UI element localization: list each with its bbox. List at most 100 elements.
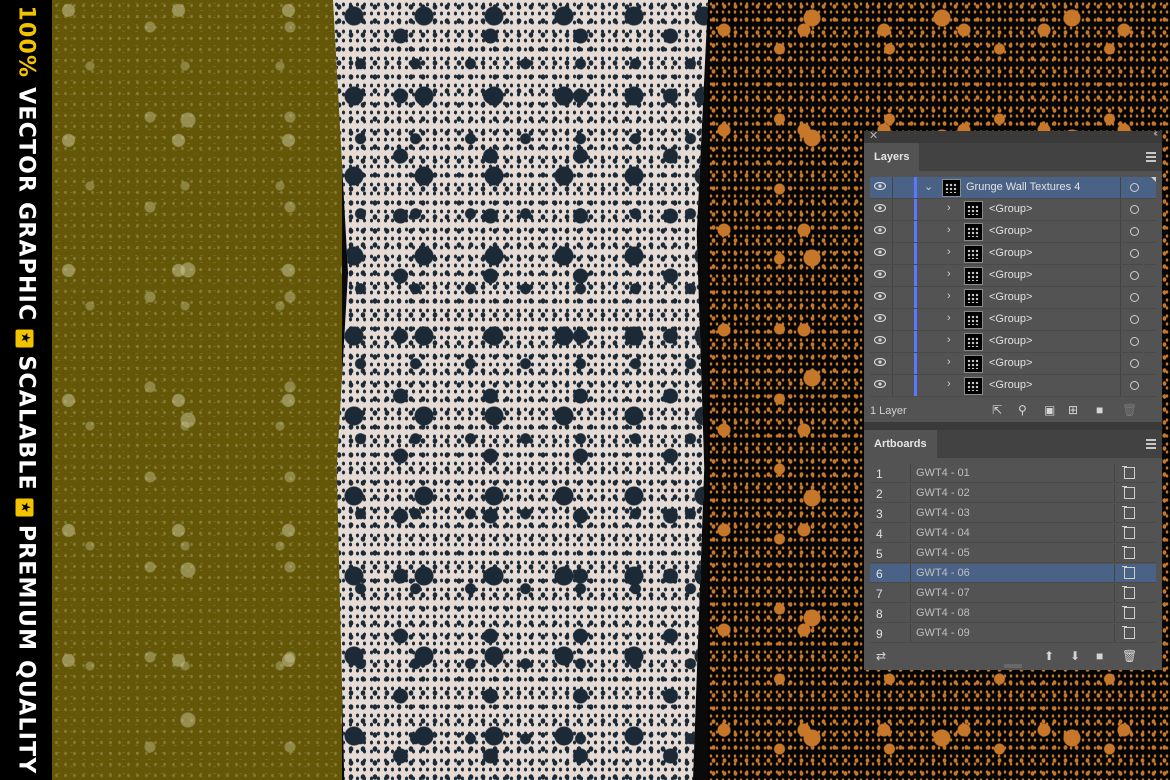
artboard-options-icon[interactable] [1122,526,1135,539]
eye-icon[interactable] [874,292,886,300]
tab-layers[interactable]: Layers [864,143,920,171]
new-sublayer-icon[interactable]: ⊞ [1068,404,1078,416]
artboard-row[interactable]: 6 GWT4 - 06 [870,564,1156,583]
artboard-name[interactable]: GWT4 - 05 [916,547,970,559]
panel-titlebar[interactable]: ✕ ‹‹ [864,128,1162,143]
artboard-options-icon[interactable] [1122,586,1135,599]
eye-icon[interactable] [874,314,886,322]
artboard-row[interactable]: 5 GWT4 - 05 [870,544,1156,563]
target-circle-icon[interactable] [1130,183,1139,192]
artboard-row[interactable]: 2 GWT4 - 02 [870,484,1156,503]
artboard-name[interactable]: GWT4 - 09 [916,627,970,639]
layers-panel: ✕ ‹‹ Layers ⌄ Grunge Wall Textures 4 › <G… [864,128,1162,422]
layer-row-group[interactable]: › <Group> [870,221,1156,243]
chevron-right-icon[interactable]: › [947,224,951,236]
move-up-icon[interactable]: ⬆ [1044,650,1054,662]
target-circle-icon[interactable] [1130,249,1139,258]
chevron-right-icon[interactable]: › [947,246,951,258]
group-name[interactable]: <Group> [989,291,1032,303]
layer-row-group[interactable]: › <Group> [870,243,1156,265]
layer-row-group[interactable]: › <Group> [870,331,1156,353]
chevron-right-icon[interactable]: › [947,202,951,214]
chevron-right-icon[interactable]: › [947,334,951,346]
rearrange-icon[interactable]: ⇄ [876,650,886,662]
search-icon[interactable]: ⚲ [1018,404,1027,416]
eye-icon[interactable] [874,358,886,366]
target-circle-icon[interactable] [1130,381,1139,390]
group-name[interactable]: <Group> [989,247,1032,259]
artboard-name[interactable]: GWT4 - 07 [916,587,970,599]
tab-artboards[interactable]: Artboards [864,430,937,458]
panel-menu-icon[interactable] [1146,152,1156,164]
artboard-name[interactable]: GWT4 - 02 [916,487,970,499]
target-circle-icon[interactable] [1130,359,1139,368]
trash-icon[interactable]: 🗑 [1122,404,1137,416]
new-artboard-icon[interactable]: ■ [1096,650,1103,662]
group-name[interactable]: <Group> [989,203,1032,215]
chevron-right-icon[interactable]: › [947,312,951,324]
target-circle-icon[interactable] [1130,337,1139,346]
chevron-right-icon[interactable]: › [947,290,951,302]
target-circle-icon[interactable] [1130,271,1139,280]
artboard-options-icon[interactable] [1122,606,1135,619]
layer-row-group[interactable]: › <Group> [870,199,1156,221]
eye-icon[interactable] [874,182,886,190]
panel-menu-icon[interactable] [1146,439,1156,451]
artboard-options-icon[interactable] [1122,626,1135,639]
export-icon[interactable]: ⇱ [992,404,1002,416]
artboard-row[interactable]: 9 GWT4 - 09 [870,624,1156,643]
move-down-icon[interactable]: ⬇ [1070,650,1080,662]
eye-icon[interactable] [874,336,886,344]
artboard-row[interactable]: 1 GWT4 - 01 [870,464,1156,483]
target-circle-icon[interactable] [1130,315,1139,324]
artboard-name[interactable]: GWT4 - 08 [916,607,970,619]
target-circle-icon[interactable] [1130,293,1139,302]
target-circle-icon[interactable] [1130,205,1139,214]
artboard-name[interactable]: GWT4 - 04 [916,527,970,539]
artboard-row[interactable]: 3 GWT4 - 03 [870,504,1156,523]
eye-icon[interactable] [874,248,886,256]
layer-row-group[interactable]: › <Group> [870,287,1156,309]
new-layer-icon[interactable]: ■ [1096,404,1103,416]
chevron-down-icon[interactable]: ⌄ [924,180,933,193]
layer-row-group[interactable]: › <Group> [870,353,1156,375]
artboard-name[interactable]: GWT4 - 01 [916,467,970,479]
layer-row-group[interactable]: › <Group> [870,265,1156,287]
artboard-number: 5 [876,547,883,561]
group-name[interactable]: <Group> [989,357,1032,369]
chevron-right-icon[interactable]: › [947,356,951,368]
group-name[interactable]: <Group> [989,335,1032,347]
artboard-options-icon[interactable] [1122,466,1135,479]
artboard-row[interactable]: 8 GWT4 - 08 [870,604,1156,623]
group-name[interactable]: <Group> [989,379,1032,391]
artboard-name[interactable]: GWT4 - 03 [916,507,970,519]
eye-icon[interactable] [874,270,886,278]
artboard-name[interactable]: GWT4 - 06 [916,567,970,579]
resize-grip[interactable] [1004,664,1022,668]
chevron-right-icon[interactable]: › [947,378,951,390]
artboard-row[interactable]: 4 GWT4 - 04 [870,524,1156,543]
eye-icon[interactable] [874,226,886,234]
target-circle-icon[interactable] [1130,227,1139,236]
trash-icon[interactable]: 🗑 [1122,650,1137,662]
group-name[interactable]: <Group> [989,313,1032,325]
collapse-icon[interactable]: ‹‹ [1153,128,1157,139]
layer-name[interactable]: Grunge Wall Textures 4 [966,181,1080,193]
eye-icon[interactable] [874,204,886,212]
clipping-mask-icon[interactable]: ▣ [1044,404,1055,416]
chevron-right-icon[interactable]: › [947,268,951,280]
close-icon[interactable]: ✕ [869,129,878,142]
artboard-options-icon[interactable] [1122,486,1135,499]
artboard-options-icon[interactable] [1122,566,1135,579]
layers-tabbar: Layers [864,143,1162,171]
layer-row-group[interactable]: › <Group> [870,309,1156,331]
eye-icon[interactable] [874,380,886,388]
layer-row-group[interactable]: › <Group> [870,375,1156,397]
artboard-options-icon[interactable] [1122,546,1135,559]
promo-banner-text: 100% VECTOR GRAPHIC ★ SCALABLE ★ PREMIUM QUA… [14,6,39,775]
group-name[interactable]: <Group> [989,225,1032,237]
layer-row-main[interactable]: ⌄ Grunge Wall Textures 4 [870,177,1156,199]
artboard-options-icon[interactable] [1122,506,1135,519]
group-name[interactable]: <Group> [989,269,1032,281]
artboard-row[interactable]: 7 GWT4 - 07 [870,584,1156,603]
